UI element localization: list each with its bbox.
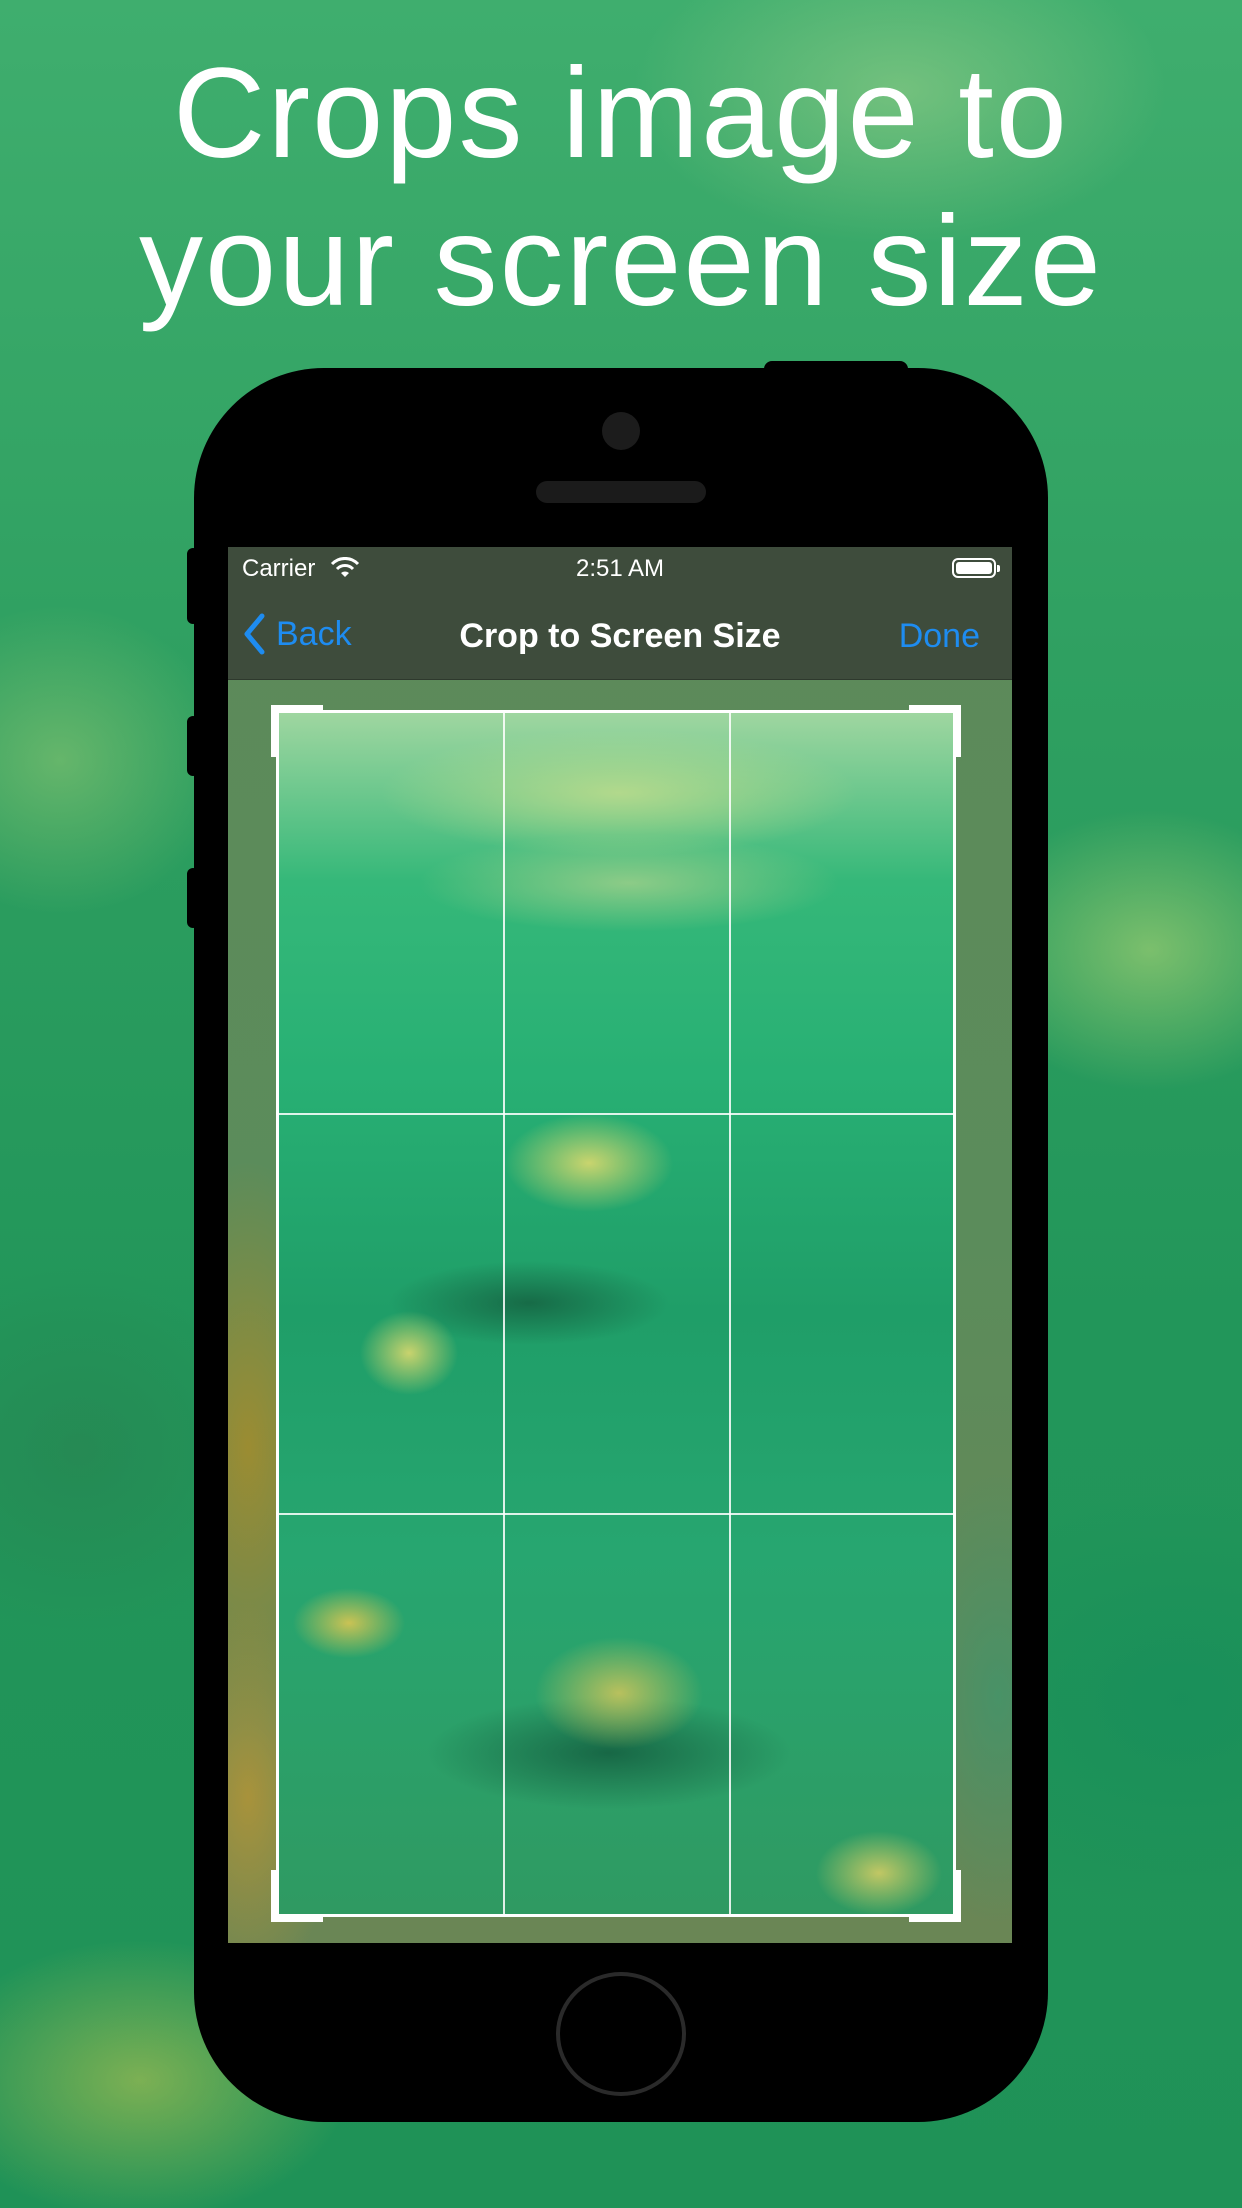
earpiece-speaker: [536, 481, 706, 503]
crop-grid-line: [503, 713, 505, 1914]
status-time: 2:51 AM: [575, 555, 665, 582]
crop-handle-bottom-left[interactable]: [271, 1870, 323, 1922]
status-bar: Carrier 2:51 AM: [228, 547, 1012, 591]
navigation-bar: Back Crop to Screen Size Done: [228, 591, 1012, 680]
crop-handle-bottom-right[interactable]: [909, 1870, 961, 1922]
done-button[interactable]: Done: [899, 617, 980, 656]
headline-line-1: Crops image to: [173, 42, 1069, 185]
headline: Crops image to your screen size: [0, 40, 1242, 336]
crop-grid-line: [279, 1513, 953, 1515]
front-camera: [602, 412, 640, 450]
crop-handle-top-left[interactable]: [271, 705, 323, 757]
battery-icon: [952, 558, 1000, 578]
home-button[interactable]: [556, 1972, 686, 2096]
phone-screen: Carrier 2:51 AM Back Crop to Screen Size…: [228, 547, 1012, 1943]
crop-grid-line: [279, 1113, 953, 1115]
headline-line-2: your screen size: [139, 190, 1103, 333]
crop-area[interactable]: [271, 705, 961, 1922]
back-label: Back: [276, 614, 352, 653]
crop-handle-top-right[interactable]: [909, 705, 961, 757]
crop-grid-line: [729, 713, 731, 1914]
back-button[interactable]: Back: [242, 609, 352, 659]
chevron-left-icon: [244, 613, 265, 655]
